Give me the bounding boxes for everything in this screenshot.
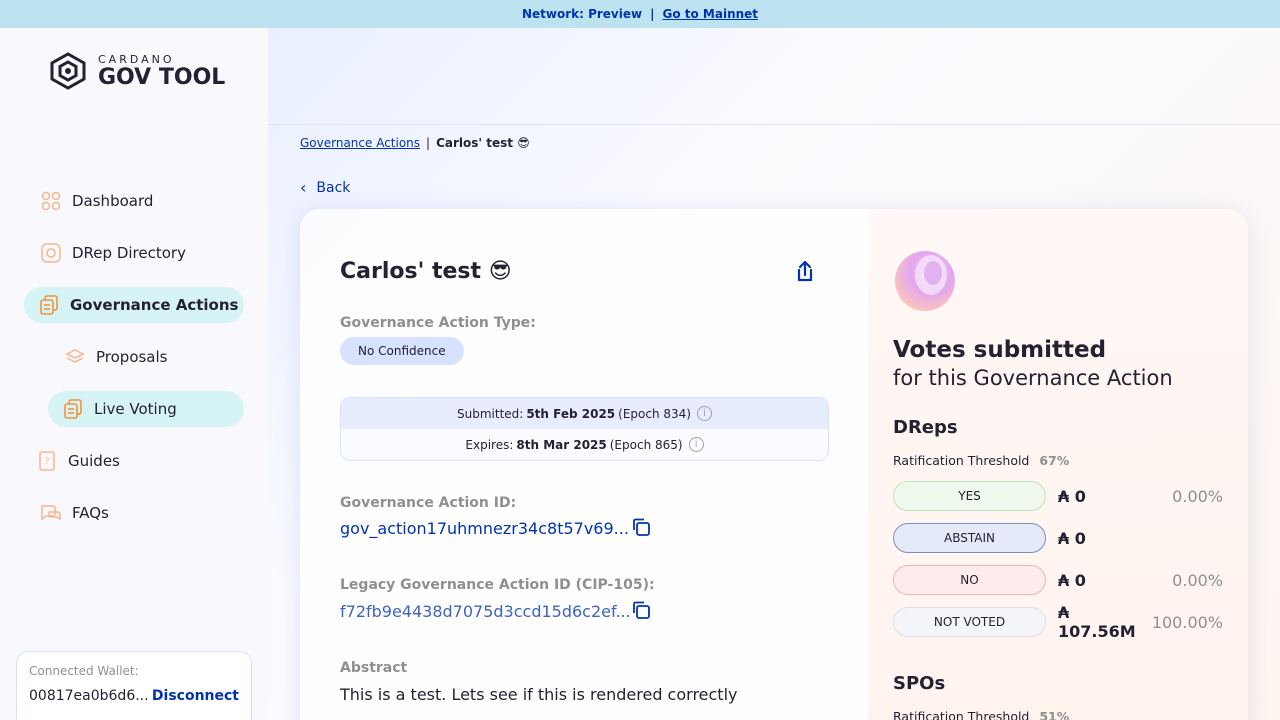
disconnect-button[interactable]: Disconnect (152, 688, 239, 704)
spos-threshold-label: Ratification Threshold (893, 709, 1030, 720)
dreps-threshold-label: Ratification Threshold (893, 453, 1030, 468)
guides-icon: ? (36, 450, 58, 472)
logo[interactable]: CARDANO GOV TOOL (48, 52, 225, 90)
votes-title: Votes submitted (893, 337, 1107, 363)
spos-threshold: Ratification Threshold 51% (893, 709, 1069, 720)
drep-directory-icon (40, 242, 62, 264)
vote-yes-percent: 0.00% (1172, 486, 1223, 506)
network-label: Network: Preview (521, 7, 643, 21)
proposals-icon (64, 346, 86, 368)
nav-guides[interactable]: ? Guides (36, 443, 120, 479)
action-details: Carlos' test 😎 Governance Action Type: N… (300, 209, 868, 720)
breadcrumb-governance-actions-link[interactable]: Governance Actions (300, 136, 420, 150)
governance-action-card: Carlos' test 😎 Governance Action Type: N… (300, 209, 1248, 720)
network-banner: Network: Preview | Go to Mainnet (0, 0, 1280, 28)
back-button[interactable]: ‹ Back (300, 178, 350, 197)
vote-not-voted-amount: ₳ 107.56M (1058, 603, 1136, 641)
connected-wallet-card: Connected Wallet: 00817ea0b6d6... Discon… (16, 651, 252, 720)
header-divider (268, 124, 1280, 125)
nav-dashboard[interactable]: Dashboard (40, 183, 153, 219)
breadcrumb-separator: | (426, 136, 431, 150)
spos-title: SPOs (893, 673, 946, 694)
expires-date: 8th Mar 2025 (516, 437, 607, 452)
svg-text:?: ? (45, 457, 50, 467)
chevron-left-icon: ‹ (300, 178, 307, 197)
go-to-mainnet-link[interactable]: Go to Mainnet (662, 7, 758, 21)
submitted-row: Submitted: 5th Feb 2025 (Epoch 834) i (341, 398, 828, 429)
logo-small-text: CARDANO (98, 52, 175, 66)
action-title: Carlos' test 😎 (340, 259, 512, 284)
expires-prefix: Expires: (465, 437, 514, 452)
action-id-value: gov_action17uhmnezr34c8t57v69... (340, 519, 629, 538)
vote-not-voted-percent: 100.00% (1151, 612, 1223, 632)
nav-drep-directory-label: DRep Directory (72, 244, 186, 262)
sidebar: CARDANO GOV TOOL Dashboard DRep Director… (0, 28, 268, 720)
dreps-threshold-value: 67% (1039, 453, 1070, 468)
wallet-address: 00817ea0b6d6... (29, 688, 149, 704)
breadcrumb: Governance Actions | Carlos' test 😎 (300, 136, 530, 150)
expires-epoch: (Epoch 865) (609, 437, 683, 452)
abstract-label: Abstract (340, 660, 408, 676)
action-id-label: Governance Action ID: (340, 495, 517, 511)
votes-subtitle: for this Governance Action (893, 366, 1173, 390)
nav-faqs[interactable]: FAQs (40, 495, 109, 531)
votes-illustration-icon (895, 251, 955, 311)
vote-row-yes: YES ₳ 0 0.00% (893, 481, 1223, 511)
action-type-label: Governance Action Type: (340, 315, 536, 331)
submitted-date: 5th Feb 2025 (526, 406, 616, 421)
vote-abstain-amount: ₳ 0 (1058, 528, 1086, 548)
nav-proposals[interactable]: Proposals (64, 339, 167, 375)
vote-no-percent: 0.00% (1172, 570, 1223, 590)
dashboard-icon (40, 190, 62, 212)
banner-separator: | (650, 7, 655, 21)
vote-row-not-voted: NOT VOTED ₳ 107.56M 100.00% (893, 603, 1223, 641)
vote-abstain-badge: ABSTAIN (893, 523, 1046, 553)
vote-no-badge: NO (893, 565, 1046, 595)
logo-big-text: GOV TOOL (98, 64, 226, 90)
faqs-icon (40, 502, 62, 524)
vote-not-voted-badge: NOT VOTED (893, 607, 1046, 637)
vote-yes-badge: YES (893, 481, 1046, 511)
copy-icon[interactable] (631, 600, 651, 620)
dreps-title: DReps (893, 417, 958, 438)
nav-live-voting-label: Live Voting (94, 400, 177, 418)
info-icon[interactable]: i (688, 437, 704, 452)
breadcrumb-current: Carlos' test 😎 (436, 136, 530, 150)
vote-no-amount: ₳ 0 (1058, 570, 1086, 590)
legacy-id-value: f72fb9e4438d7075d3ccd15d6c2ef... (340, 602, 631, 621)
votes-panel: Votes submitted for this Governance Acti… (868, 209, 1248, 720)
wallet-label: Connected Wallet: (29, 664, 139, 678)
spos-threshold-value: 51% (1039, 709, 1070, 720)
submitted-prefix: Submitted: (457, 406, 524, 421)
nav-governance-actions-label: Governance Actions (70, 296, 239, 314)
cardano-logo-icon (50, 52, 86, 90)
info-icon[interactable]: i (696, 406, 712, 421)
main-content: Governance Actions | Carlos' test 😎 ‹ Ba… (268, 28, 1280, 720)
nav-proposals-label: Proposals (96, 348, 168, 366)
live-voting-icon (62, 398, 84, 420)
vote-row-no: NO ₳ 0 0.00% (893, 565, 1223, 595)
dates-box: Submitted: 5th Feb 2025 (Epoch 834) i Ex… (340, 397, 829, 461)
submitted-epoch: (Epoch 834) (618, 406, 691, 421)
vote-yes-amount: ₳ 0 (1058, 486, 1086, 506)
copy-icon[interactable] (631, 517, 651, 537)
expires-row: Expires: 8th Mar 2025 (Epoch 865) i (341, 429, 828, 460)
nav-dashboard-label: Dashboard (72, 192, 154, 210)
nav-governance-actions[interactable]: Governance Actions (24, 287, 244, 323)
nav-guides-label: Guides (68, 452, 120, 470)
nav-drep-directory[interactable]: DRep Directory (40, 235, 186, 271)
share-icon[interactable] (792, 259, 818, 285)
governance-actions-icon (38, 294, 60, 316)
abstract-text: This is a test. Lets see if this is rend… (340, 685, 738, 704)
nav-live-voting[interactable]: Live Voting (48, 391, 244, 427)
back-label: Back (316, 179, 351, 196)
nav-faqs-label: FAQs (72, 504, 109, 522)
action-type-badge: No Confidence (340, 337, 464, 365)
dreps-threshold: Ratification Threshold 67% (893, 453, 1069, 468)
vote-row-abstain: ABSTAIN ₳ 0 (893, 523, 1223, 553)
legacy-id-label: Legacy Governance Action ID (CIP-105): (340, 577, 655, 593)
